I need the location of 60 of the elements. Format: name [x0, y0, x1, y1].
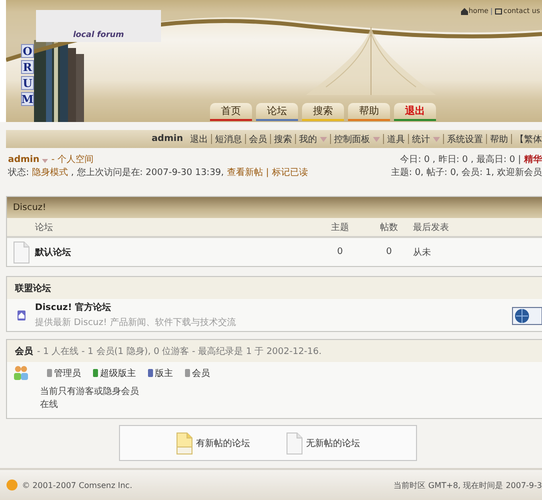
stats-text: 今日: 0 , 昨日: 0 , 最高日: 0 |	[400, 154, 521, 167]
menu-link[interactable]: 道具	[387, 132, 405, 146]
menu-link[interactable]: 短消息	[215, 132, 242, 146]
member-group-label: 版主	[155, 368, 173, 380]
nav-tab[interactable]: 搜索	[302, 103, 344, 119]
legend-label: 有新帖的论坛	[196, 438, 250, 450]
menu-link[interactable]: 【繁体	[515, 132, 542, 146]
menu-link[interactable]: 会员	[249, 132, 267, 146]
table-cell-text: 从未	[413, 246, 432, 258]
nav-tab[interactable]: 帮助	[348, 103, 390, 119]
menu-link[interactable]: 退出	[190, 132, 208, 146]
menu-link[interactable]: 控制面板	[334, 132, 370, 146]
mark-read-link[interactable]: | 标记已读	[266, 167, 308, 180]
column-header: 论坛	[35, 222, 54, 234]
username-link[interactable]: admin	[152, 134, 183, 144]
status-link[interactable]: 隐身模式	[32, 167, 68, 180]
menu-link[interactable]: 我的	[299, 132, 317, 146]
online-summary: - 1 人在线 - 1 会员(1 隐身), 0 位游客 - 最高纪录是 1 于 2002-12-16.	[37, 346, 322, 358]
table-cell-text: 0	[385, 247, 393, 257]
menu-link[interactable]: 系统设置	[447, 132, 483, 146]
category-title: Discuz!	[7, 197, 542, 218]
menu-link[interactable]: 统计	[412, 132, 430, 146]
panel-title: 联盟论坛	[15, 282, 51, 294]
users-icon	[13, 365, 29, 381]
status-label: 状态:	[8, 167, 30, 180]
logo-letter-block: R	[21, 60, 34, 74]
stats-text: 主题: 0, 帖子: 0, 会员: 1, 欢迎新会员	[390, 167, 542, 180]
last-visit-text: , 您上次访问是在: 2007-9-30 13:39,	[71, 167, 224, 180]
menu-link[interactable]: 搜索	[274, 132, 292, 146]
column-header: 帖数	[379, 222, 399, 234]
column-header: 最后发表	[413, 222, 450, 234]
logo-letter-block: M	[21, 92, 34, 106]
new-posts-link[interactable]: 查看新帖	[226, 167, 263, 180]
legend-label: 无新帖的论坛	[306, 438, 360, 450]
caret-icon	[42, 158, 48, 162]
copyright-text: © 2001-2007 Comsenz Inc.	[22, 480, 132, 490]
nav-tab[interactable]: 退出	[394, 103, 436, 119]
digest-link[interactable]: 精华	[524, 154, 542, 167]
table-cell-text: 0	[336, 247, 344, 257]
forum-description: 提供最新 Discuz! 产品新闻、软件下载与技术交流	[35, 316, 236, 329]
menu-link[interactable]: 帮助	[490, 132, 508, 146]
logo-letter-block: O	[21, 44, 34, 58]
house-icon	[460, 8, 468, 14]
member-group-label: 会员	[192, 368, 210, 380]
logo-letter-block: U	[21, 76, 34, 90]
online-message: 当前只有游客或隐身会员在线	[40, 386, 140, 412]
column-header: 主题	[330, 222, 350, 234]
member-group-label: 超级版主	[100, 368, 136, 380]
username-link[interactable]: admin	[8, 154, 40, 167]
house-icon	[16, 310, 26, 320]
member-group-label: 管理员	[54, 368, 81, 380]
nav-tab[interactable]: 论坛	[256, 103, 298, 119]
panel-title: 会员	[15, 346, 33, 358]
forum-name-link[interactable]: 默认论坛	[35, 248, 71, 258]
card-icon	[495, 8, 502, 14]
logo-subtitle: local forum	[73, 30, 124, 41]
space-link[interactable]: - 个人空间	[51, 154, 94, 167]
forum-name-link[interactable]: Discuz! 官方论坛	[35, 301, 236, 314]
timezone-text: 当前时区 GMT+8, 现在时间是 2007-9-3	[394, 480, 542, 490]
nav-tab[interactable]: 首页	[210, 103, 252, 119]
